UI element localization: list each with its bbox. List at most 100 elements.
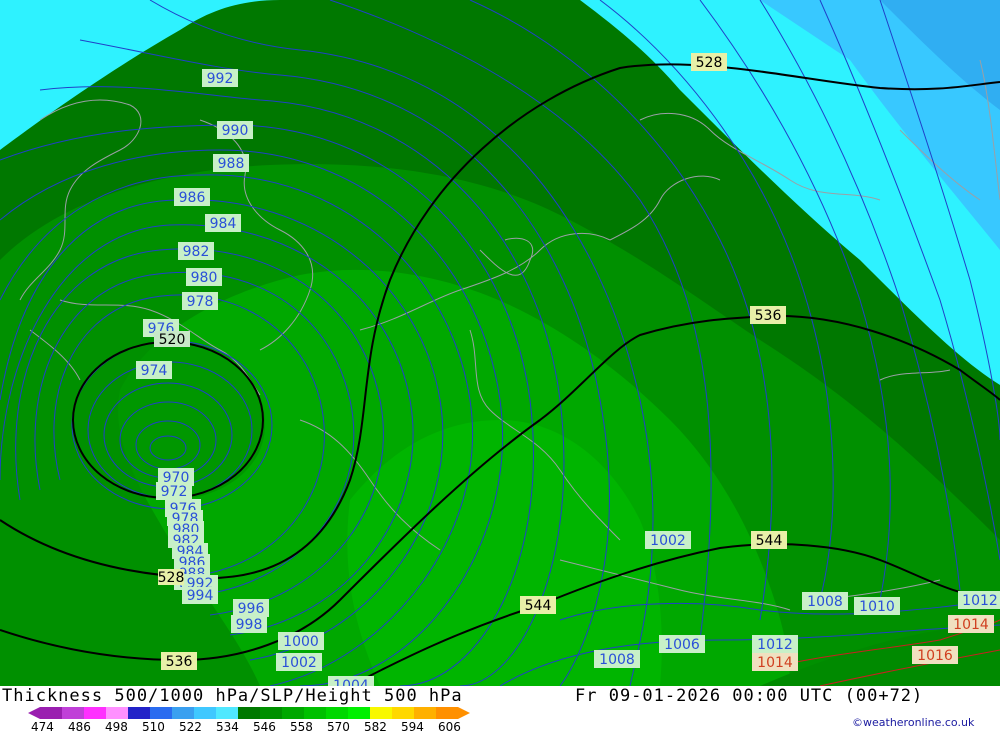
isobar-label: 990 [217, 121, 253, 139]
color-scale-bar [28, 707, 470, 719]
svg-text:1012: 1012 [962, 593, 998, 609]
scale-tick-label: 474 [31, 720, 54, 734]
scale-arrow-left [28, 707, 40, 719]
scale-swatch [150, 707, 172, 719]
credit-link[interactable]: ©weatheronline.co.uk [852, 716, 974, 729]
scale-tick-label: 510 [142, 720, 165, 734]
scale-swatch [348, 707, 370, 719]
svg-text:972: 972 [161, 484, 188, 500]
svg-text:536: 536 [755, 308, 782, 324]
scale-arrow-right [458, 707, 470, 719]
scale-tick-label: 534 [216, 720, 239, 734]
svg-text:528: 528 [696, 55, 723, 71]
map-canvas: 992 990 988 986 984 982 980 978 976 974 … [0, 0, 1000, 686]
svg-text:990: 990 [222, 123, 249, 139]
scale-swatch [40, 707, 62, 719]
isobar-label: 978 [182, 292, 218, 310]
scale-tick-label: 606 [438, 720, 461, 734]
scale-swatch [436, 707, 458, 719]
svg-text:980: 980 [191, 270, 218, 286]
svg-text:544: 544 [525, 598, 552, 614]
scale-tick-label: 594 [401, 720, 424, 734]
isobar-label: 1008 [594, 650, 640, 668]
scale-swatch [414, 707, 436, 719]
height-label: 536 [750, 306, 786, 324]
svg-text:1000: 1000 [283, 634, 319, 650]
color-scale-labels: 474 486 498 510 522 534 546 558 570 582 594 606 [0, 720, 520, 734]
isobar-label: 1006 [659, 635, 705, 653]
scale-swatch [194, 707, 216, 719]
height-label: 544 [520, 596, 556, 614]
svg-text:994: 994 [187, 588, 214, 604]
svg-text:974: 974 [141, 363, 168, 379]
isobar-label: 998 [231, 615, 267, 633]
isobar-label: 972 [156, 482, 192, 500]
isobar-label: 1012 [958, 591, 1000, 609]
scale-swatch [128, 707, 150, 719]
isobar-label: 974 [136, 361, 172, 379]
svg-text:1014: 1014 [757, 655, 793, 671]
scale-swatch [106, 707, 128, 719]
svg-text:1002: 1002 [281, 655, 317, 671]
isobar-label: 1002 [645, 531, 691, 549]
svg-text:992: 992 [207, 71, 234, 87]
height-label: 536 [161, 652, 197, 670]
isobar-label: 992 [202, 69, 238, 87]
height-label: 520 [154, 331, 190, 348]
isobar-label: 1010 [854, 597, 900, 615]
scale-swatch [172, 707, 194, 719]
svg-text:998: 998 [236, 617, 263, 633]
map-title: Thickness 500/1000 hPa/SLP/Height 500 hP… [2, 686, 463, 706]
isobar-label: 982 [178, 242, 214, 260]
isobar-label: 984 [205, 214, 241, 232]
isobar-label: 1002 [276, 653, 322, 671]
svg-text:1008: 1008 [807, 594, 843, 610]
scale-swatch [84, 707, 106, 719]
scale-swatch [304, 707, 326, 719]
valid-time: Fr 09-01-2026 00:00 UTC (00+72) [575, 686, 924, 706]
svg-text:1006: 1006 [664, 637, 700, 653]
scale-swatch [62, 707, 84, 719]
svg-text:988: 988 [218, 156, 245, 172]
svg-text:1012: 1012 [757, 637, 793, 653]
height-label: 544 [751, 531, 787, 549]
svg-text:984: 984 [210, 216, 237, 232]
svg-text:996: 996 [238, 601, 265, 617]
svg-text:1002: 1002 [650, 533, 686, 549]
isobar-label: 996 [233, 599, 269, 617]
scale-tick-label: 498 [105, 720, 128, 734]
scale-tick-label: 570 [327, 720, 350, 734]
scale-tick-label: 522 [179, 720, 202, 734]
height-label: 528 [691, 53, 727, 71]
scale-swatch [370, 707, 392, 719]
scale-swatch [238, 707, 260, 719]
svg-text:544: 544 [756, 533, 783, 549]
isobar-label: 1008 [802, 592, 848, 610]
isobar-label: 1012 [752, 635, 798, 653]
scale-swatch [216, 707, 238, 719]
svg-text:1008: 1008 [599, 652, 635, 668]
scale-swatch [260, 707, 282, 719]
svg-text:1010: 1010 [859, 599, 895, 615]
isobar-label: 994 [182, 587, 218, 604]
scale-swatch [326, 707, 348, 719]
svg-text:978: 978 [187, 294, 214, 310]
scale-swatch [392, 707, 414, 719]
svg-text:1004: 1004 [333, 678, 369, 686]
svg-text:536: 536 [166, 654, 193, 670]
svg-text:520: 520 [159, 332, 186, 348]
svg-text:982: 982 [183, 244, 210, 260]
footer-bar: Thickness 500/1000 hPa/SLP/Height 500 hP… [0, 686, 1000, 734]
scale-tick-label: 486 [68, 720, 91, 734]
scale-swatch [282, 707, 304, 719]
svg-text:1014: 1014 [953, 617, 989, 633]
isobar-label: 1016 [912, 646, 958, 664]
svg-text:528: 528 [158, 570, 185, 586]
isobar-label: 980 [186, 268, 222, 286]
scale-tick-label: 546 [253, 720, 276, 734]
svg-text:1016: 1016 [917, 648, 953, 664]
isobar-label: 1000 [278, 632, 324, 650]
svg-text:986: 986 [179, 190, 206, 206]
isobar-label: 986 [174, 188, 210, 206]
isobar-label: 1014 [948, 615, 994, 633]
